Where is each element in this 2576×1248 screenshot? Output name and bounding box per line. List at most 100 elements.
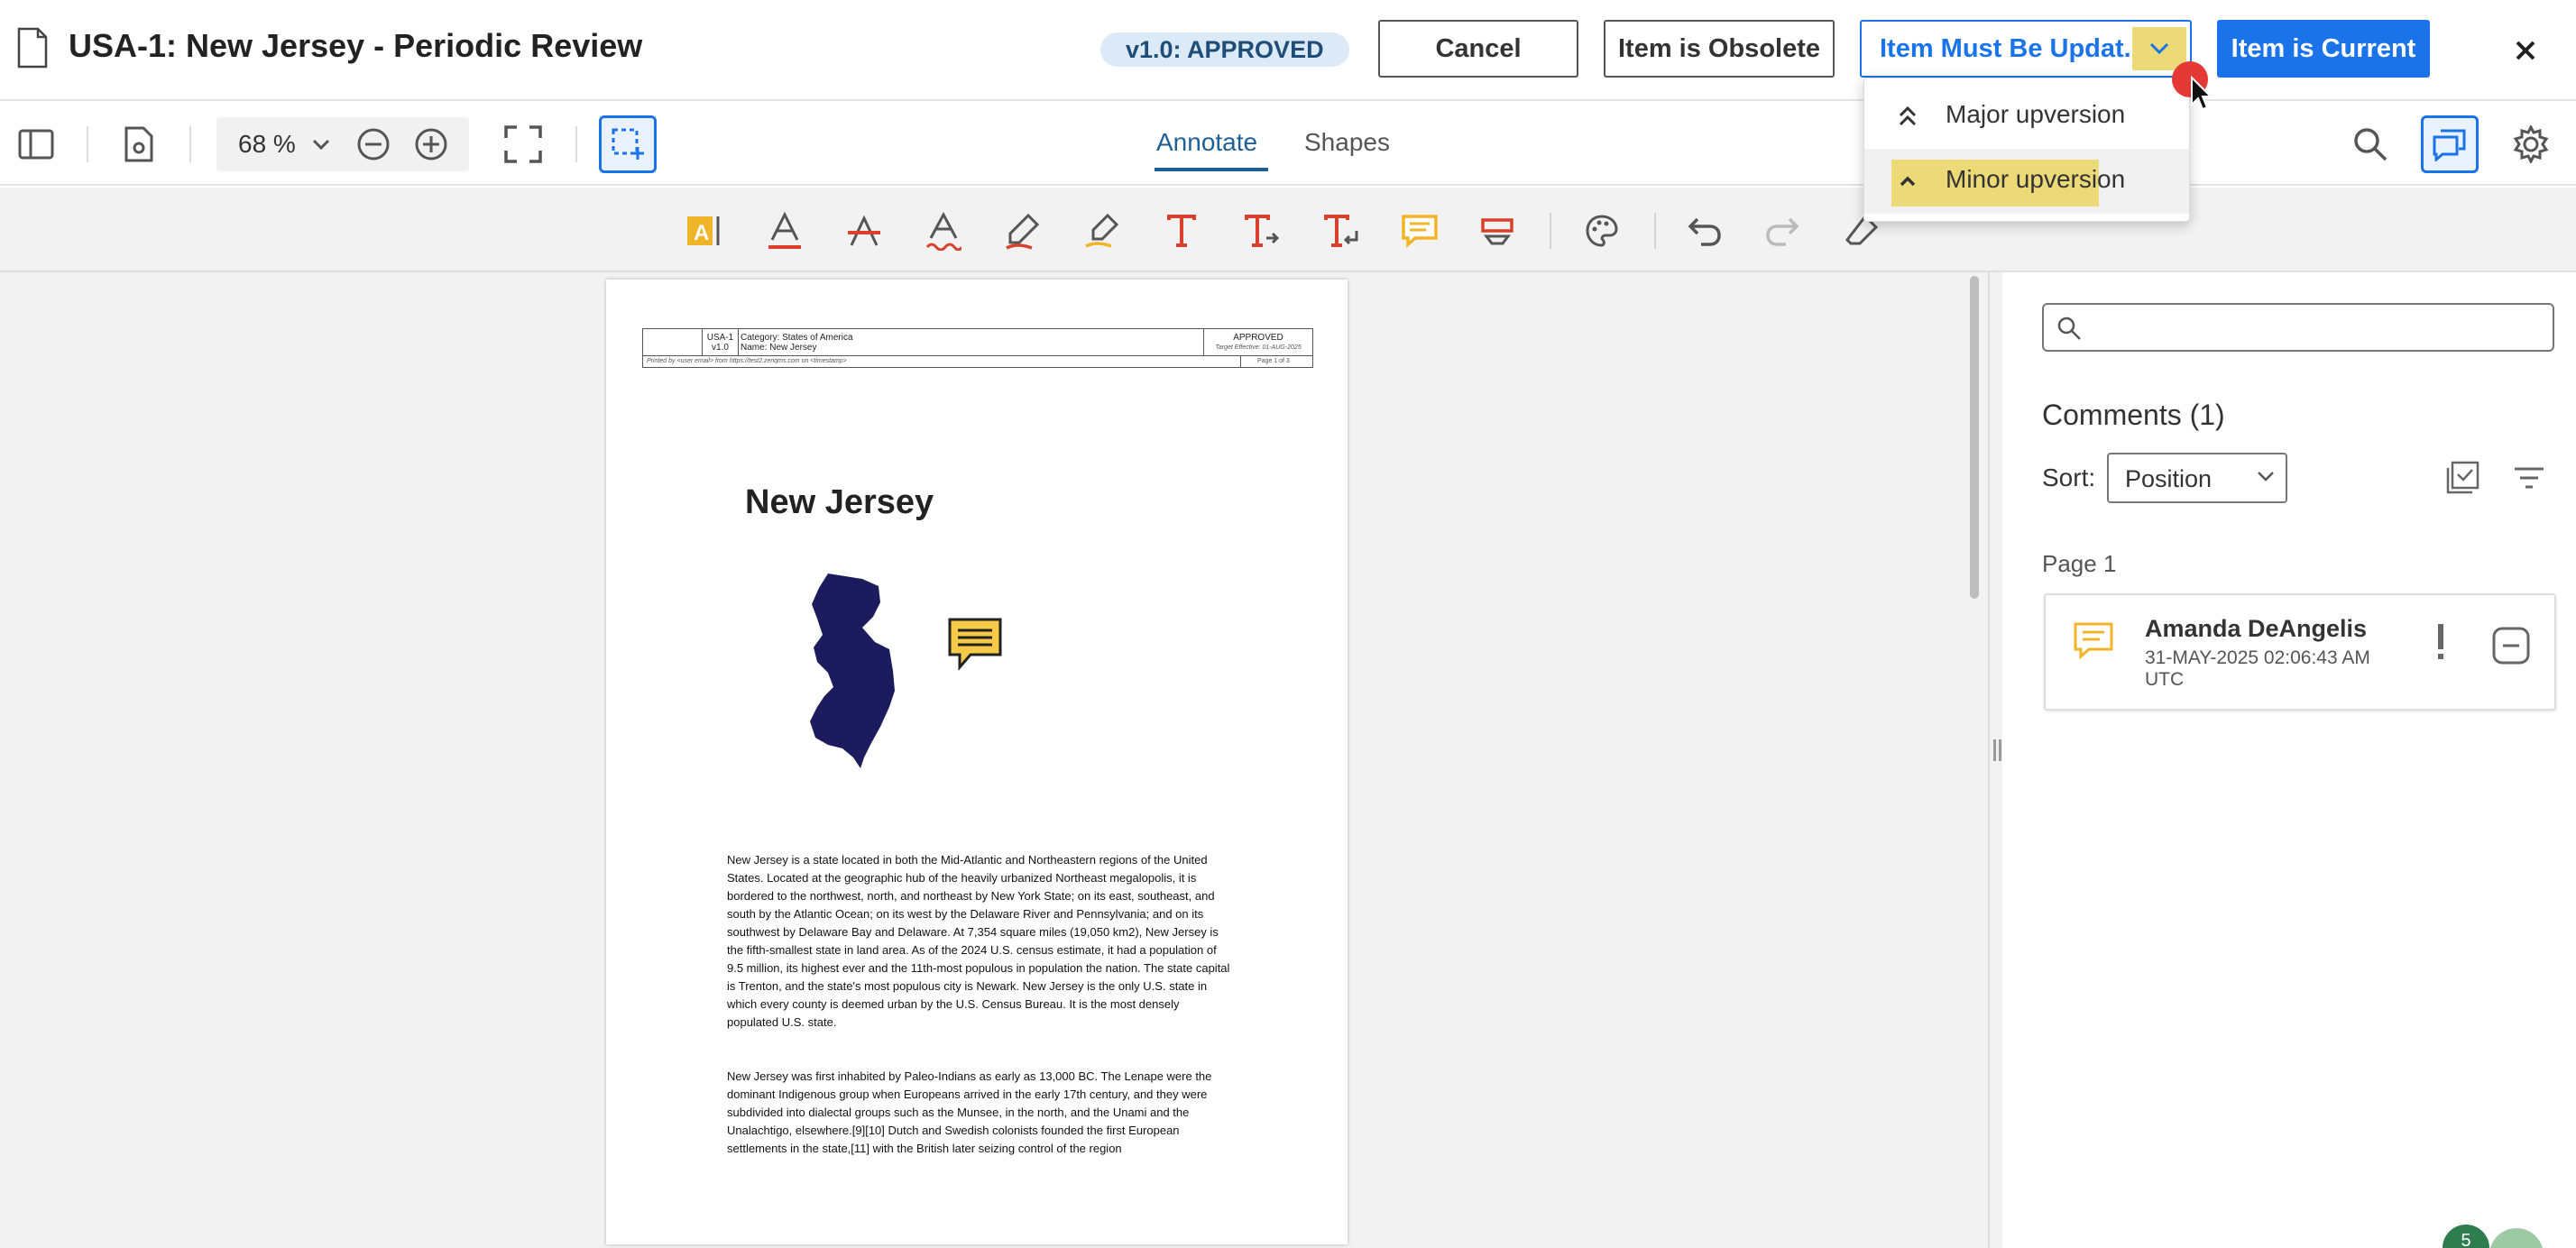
- document-header-table: USA-1 v1.0 Category: States of America N…: [642, 328, 1313, 368]
- menu-item-minor-upversion[interactable]: Minor upversion: [1864, 149, 2189, 214]
- header-logo-cell: [643, 329, 703, 356]
- document-settings-button[interactable]: [114, 119, 164, 170]
- tab-annotate[interactable]: Annotate: [1156, 128, 1257, 157]
- sort-label: Sort:: [2042, 463, 2096, 491]
- text-replace-tool[interactable]: [1317, 207, 1364, 254]
- gear-icon: [2513, 125, 2549, 163]
- text-tool-icon: [1167, 215, 1196, 247]
- highlighter-icon: [1085, 213, 1119, 248]
- highlight-text-icon: A: [687, 216, 720, 245]
- doc-id: USA-1: [706, 333, 734, 343]
- header-row: USA-1 v1.0 Category: States of America N…: [643, 329, 1312, 356]
- comment-annotation-marker[interactable]: [947, 617, 1003, 673]
- filter-icon[interactable]: [2511, 460, 2547, 496]
- freehand-tool[interactable]: [999, 207, 1046, 254]
- underline-text-icon: [768, 211, 801, 249]
- pen-icon: [1006, 213, 1040, 250]
- settings-button[interactable]: [2506, 119, 2556, 170]
- page-of: Page 1 of 3: [1240, 356, 1312, 367]
- comment-card[interactable]: Amanda DeAngelis 31-MAY-2025 02:06:43 AM…: [2044, 593, 2556, 711]
- document-viewer[interactable]: USA-1 v1.0 Category: States of America N…: [0, 272, 2002, 1248]
- tab-shapes[interactable]: Shapes: [1304, 128, 1390, 157]
- item-is-obsolete-button[interactable]: Item is Obsolete: [1604, 20, 1835, 78]
- zoom-out-icon[interactable]: [355, 126, 391, 162]
- comments-search-input[interactable]: [2094, 310, 2545, 346]
- app-root: USA-1: New Jersey - Periodic Review v1.0…: [0, 0, 2576, 1248]
- free-text-tool[interactable]: [1158, 207, 1205, 254]
- header-footer-row: Printed by <user email> from https://tes…: [643, 356, 1312, 367]
- sidebar-toggle[interactable]: [11, 119, 61, 170]
- doc-name: Name: New Jersey: [741, 343, 817, 353]
- comment-author: Amanda DeAngelis: [2145, 615, 2368, 642]
- item-must-be-updated-label[interactable]: Item Must Be Updat...: [1880, 22, 2146, 76]
- collapse-comment-icon[interactable]: [2491, 626, 2531, 665]
- style-picker-button[interactable]: [1578, 207, 1625, 254]
- new-jersey-map-image: [810, 574, 895, 768]
- area-select-button[interactable]: [599, 115, 657, 173]
- redaction-tool[interactable]: [1474, 207, 1521, 254]
- doc-effective-date: Target Effective: 01-AUG-2025: [1215, 344, 1302, 351]
- squiggly-tool[interactable]: [920, 207, 967, 254]
- underline-tool[interactable]: [761, 207, 808, 254]
- fullscreen-icon: [504, 125, 542, 163]
- redact-icon: [1481, 218, 1513, 245]
- search-icon: [2057, 317, 2081, 340]
- search-button[interactable]: [2345, 119, 2396, 170]
- document-paragraph: New Jersey was first inhabited by Paleo-…: [727, 1069, 1212, 1155]
- comments-panel: Comments (1) Sort: Position Page 1 Amand…: [2013, 272, 2576, 1248]
- mouse-cursor-icon: [2191, 76, 2213, 111]
- callout-tool[interactable]: [1237, 207, 1284, 254]
- text-highlight-tool[interactable]: A: [680, 207, 727, 254]
- comment-note-icon: [2074, 622, 2113, 660]
- palette-icon: [1586, 215, 1618, 247]
- undo-icon: [1688, 217, 1721, 246]
- panel-resize-handle[interactable]: [1993, 739, 2006, 761]
- strikeout-tool[interactable]: [841, 207, 888, 254]
- fullscreen-button[interactable]: [498, 119, 548, 170]
- document-paragraph: New Jersey is a state located in both th…: [727, 853, 1230, 1029]
- priority-icon[interactable]: [2432, 622, 2450, 662]
- page-title: USA-1: New Jersey - Periodic Review: [69, 27, 643, 64]
- document-gear-icon: [124, 126, 153, 162]
- freehand-highlight-tool[interactable]: [1079, 207, 1126, 254]
- selection-rectangle-icon: [612, 128, 644, 160]
- comments-search[interactable]: [2042, 303, 2554, 352]
- printed-by: Printed by <user email> from https://tes…: [647, 358, 847, 364]
- scrollbar-thumb[interactable]: [1970, 276, 1979, 599]
- doc-status: APPROVED: [1233, 333, 1283, 343]
- sticky-note-tool[interactable]: [1396, 207, 1443, 254]
- close-button[interactable]: [2502, 27, 2549, 74]
- comments-page-label: Page 1: [2042, 550, 2117, 577]
- zoom-control[interactable]: 68 %: [216, 117, 469, 171]
- toolbar-divider: [189, 126, 191, 162]
- header-id-cell: USA-1 v1.0: [703, 329, 739, 356]
- text-insert-icon: [1324, 215, 1358, 247]
- undo-button[interactable]: [1681, 207, 1728, 254]
- active-tab-indicator: [1155, 168, 1268, 171]
- select-all-comments-icon[interactable]: [2444, 460, 2480, 496]
- annotation-divider: [1550, 213, 1551, 249]
- doc-version: v1.0: [712, 343, 729, 353]
- squiggly-text-icon: [925, 211, 961, 251]
- zoom-in-icon[interactable]: [413, 126, 449, 162]
- svg-text:A: A: [694, 221, 709, 245]
- comments-title: Comments (1): [2042, 399, 2225, 431]
- close-icon: [2516, 41, 2535, 60]
- document-heading: New Jersey: [745, 483, 934, 521]
- pdf-page[interactable]: USA-1 v1.0 Category: States of America N…: [606, 280, 1348, 1244]
- item-is-current-button[interactable]: Item is Current: [2217, 20, 2430, 78]
- cancel-button[interactable]: Cancel: [1378, 20, 1578, 78]
- comments-panel-toggle[interactable]: [2421, 115, 2479, 173]
- menu-item-label: Minor upversion: [1946, 165, 2126, 193]
- redo-button[interactable]: [1759, 207, 1806, 254]
- sort-select[interactable]: Position: [2107, 453, 2287, 503]
- redo-icon: [1766, 217, 1799, 246]
- comment-note-icon: [1402, 215, 1438, 248]
- menu-item-major-upversion[interactable]: Major upversion: [1864, 84, 2189, 149]
- item-must-be-updated-split-button[interactable]: Item Must Be Updat...: [1860, 20, 2192, 78]
- chevron-down-icon[interactable]: [307, 130, 336, 159]
- sort-value[interactable]: Position: [2125, 465, 2212, 493]
- split-dropdown-toggle[interactable]: [2132, 27, 2186, 70]
- zoom-level[interactable]: 68 %: [238, 117, 296, 171]
- comments-icon: [2433, 129, 2466, 161]
